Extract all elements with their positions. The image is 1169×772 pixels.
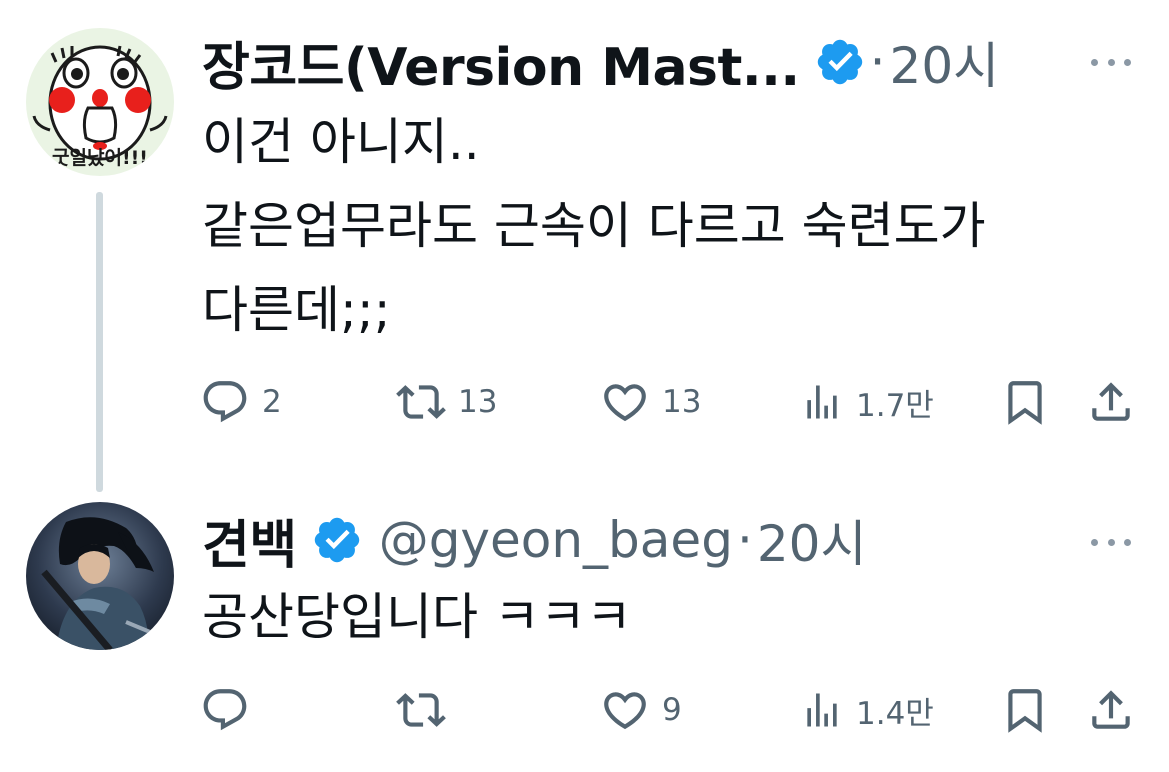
speech-bubble-icon [203,381,247,423]
reply-count: 2 [262,384,282,420]
verified-badge-icon [311,514,363,566]
tweet-text-line: 다른데;;; [202,281,391,339]
avatar[interactable] [26,502,174,650]
views-count: 1.7만 [856,387,934,424]
like-count: 9 [662,692,682,728]
bookmark-button[interactable] [1000,377,1050,427]
share-button[interactable] [1086,685,1136,735]
share-upload-icon [1092,382,1130,421]
share-button[interactable] [1086,377,1136,427]
like-button[interactable]: 13 [600,377,701,427]
tweet-header: 장코드(Version Mast... · 20시 [202,25,1000,100]
author-handle[interactable]: @gyeon_baeg [379,511,733,569]
verified-badge-icon [814,36,866,88]
reply-button[interactable] [200,685,262,735]
bookmark-button[interactable] [1000,685,1050,735]
bookmark-icon [1008,381,1042,425]
tweet-text-line: 이건 아니지.. [202,113,480,171]
avatar-image [26,502,174,650]
like-count: 13 [662,384,702,420]
bar-chart-icon [807,385,837,419]
tweet-text: 공산당입니다 ㅋㅋㅋ [202,575,1142,659]
share-upload-icon [1092,690,1130,729]
separator-dot: · [869,33,886,91]
tweet-time[interactable]: 20시 [890,26,1000,98]
author-name[interactable]: 견백 [202,503,297,578]
like-button[interactable]: 9 [600,685,682,735]
views-button[interactable]: 1.4만 [800,685,934,735]
bar-chart-icon [807,693,837,727]
views-count: 1.4만 [856,695,934,732]
author-name[interactable]: 장코드(Version Mast... [202,25,800,100]
bookmark-icon [1008,689,1042,733]
retweet-button[interactable] [396,685,458,735]
heart-icon [604,384,646,422]
avatar-caption: 굿일났어!!! [52,147,148,169]
speech-bubble-icon [203,689,247,731]
more-dots-icon[interactable] [1091,536,1131,548]
thread-line [96,192,103,492]
tweet[interactable]: 견백 @gyeon_baeg · 20시 공산당입니다 ㅋㅋㅋ 9 1.4만 [0,490,1169,772]
views-button[interactable]: 1.7만 [800,377,934,427]
tweet-text-line: 같은업무라도 근속이 다르고 숙련도가 [202,197,986,255]
retweet-arrows-icon [396,385,446,419]
separator-dot: · [736,511,753,569]
reply-button[interactable]: 2 [200,377,282,427]
tweet-text: 이건 아니지.. 같은업무라도 근속이 다르고 숙련도가 다른데;;; [202,100,1142,352]
retweet-arrows-icon [396,693,446,727]
tweet[interactable]: 굿일났어!!! 장코드(Version Mast... · 20시 이건 아니지… [0,0,1169,492]
retweet-count: 13 [458,384,498,420]
tweet-text-line: 공산당입니다 ㅋㅋㅋ [202,588,632,646]
more-dots-icon[interactable] [1091,56,1131,68]
tweet-time[interactable]: 20시 [757,504,867,576]
heart-icon [604,692,646,730]
action-bar: 9 1.4만 [200,685,1140,735]
action-bar: 2 13 13 1.7만 [200,377,1140,427]
avatar-image: 굿일났어!!! [26,28,174,176]
tweet-header: 견백 @gyeon_baeg · 20시 [202,503,867,578]
retweet-button[interactable]: 13 [396,377,497,427]
avatar[interactable]: 굿일났어!!! [26,28,174,176]
